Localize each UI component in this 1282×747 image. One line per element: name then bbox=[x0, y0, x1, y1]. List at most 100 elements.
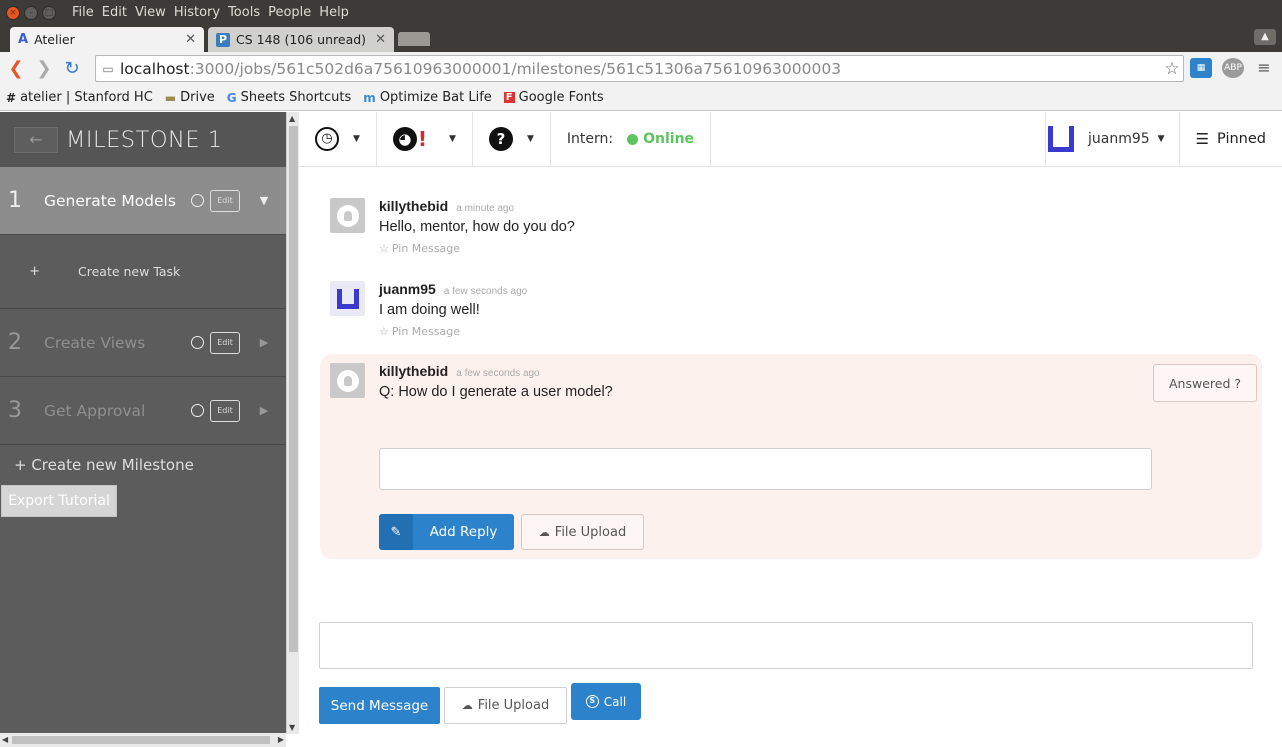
send-message-button[interactable]: Send Message bbox=[319, 687, 440, 724]
scroll-left-icon[interactable]: ◀ bbox=[2, 735, 8, 744]
message-time: a minute ago bbox=[456, 203, 515, 214]
sidebar-horizontal-scrollbar[interactable]: ◀ ▶ bbox=[0, 733, 286, 747]
back-icon[interactable]: ❮ bbox=[2, 58, 30, 79]
message-body: juanm95 a few seconds ago I am doing well… bbox=[379, 281, 527, 338]
bookmark-label: atelier | Stanford HC bbox=[20, 90, 153, 105]
edit-button[interactable]: Edit bbox=[210, 189, 240, 212]
caret-right-icon[interactable]: ▶ bbox=[254, 404, 274, 417]
bookmark-fonts[interactable]: F Google Fonts bbox=[503, 90, 604, 105]
call-label: Call bbox=[603, 694, 627, 709]
help-dropdown[interactable]: ? ▼ bbox=[473, 112, 551, 166]
menu-history[interactable]: History bbox=[170, 5, 224, 20]
call-button[interactable]: S Call bbox=[571, 683, 641, 720]
bookmark-star-icon[interactable]: ☆ bbox=[1161, 59, 1183, 79]
menu-view[interactable]: View bbox=[131, 5, 170, 20]
intern-label: Intern: bbox=[566, 131, 614, 147]
menu-help[interactable]: Help bbox=[315, 5, 353, 20]
sidebar-vertical-scrollbar[interactable]: ▲ ▼ bbox=[286, 112, 299, 734]
tab-atelier[interactable]: A Atelier ✕ bbox=[10, 27, 204, 52]
history-dropdown[interactable]: ◷ ▼ bbox=[299, 112, 377, 166]
bookmark-label: Google Fonts bbox=[518, 90, 604, 105]
create-task-row[interactable]: + Create new Task bbox=[0, 235, 286, 309]
message-text: I am doing well! bbox=[379, 302, 480, 318]
milestone-item-3[interactable]: 3 Get Approval Edit ▶ bbox=[0, 377, 286, 445]
piazza-favicon-icon: P bbox=[216, 32, 230, 47]
window-maximize-icon[interactable]: □ bbox=[42, 5, 56, 20]
address-bar[interactable]: ▭ localhost:3000/jobs/561c502d6a75610963… bbox=[95, 55, 1184, 82]
user-avatar-icon bbox=[336, 288, 359, 309]
menu-tools[interactable]: Tools bbox=[224, 5, 264, 20]
new-tab-button[interactable] bbox=[398, 32, 430, 46]
caret-down-icon[interactable]: ▼ bbox=[254, 194, 274, 207]
user-menu[interactable]: juanm95 ▼ bbox=[1044, 112, 1180, 166]
window-minimize-icon[interactable]: – bbox=[24, 5, 38, 20]
file-upload-button[interactable]: ☁ File Upload bbox=[444, 687, 567, 724]
cloud-upload-icon: ☁ bbox=[461, 699, 473, 712]
milestone-item-1[interactable]: 1 Generate Models Edit ▼ bbox=[0, 167, 286, 235]
edit-button[interactable]: Edit bbox=[210, 331, 240, 354]
scroll-right-icon[interactable]: ▶ bbox=[278, 735, 284, 744]
scrollbar-thumb[interactable] bbox=[289, 126, 298, 652]
add-reply-button[interactable]: ✎ Add Reply bbox=[379, 514, 514, 550]
milestone-item-2[interactable]: 2 Create Views Edit ▶ bbox=[0, 309, 286, 377]
reload-icon[interactable]: ↻ bbox=[58, 58, 86, 79]
adblock-icon[interactable]: ABP bbox=[1222, 58, 1244, 78]
edit-button[interactable]: Edit bbox=[210, 399, 240, 422]
file-upload-label: File Upload bbox=[554, 524, 627, 540]
pin-message-link[interactable]: ☆ Pin Message bbox=[379, 325, 527, 338]
tab-close-icon[interactable]: ✕ bbox=[375, 32, 386, 47]
message-body: killythebid a few seconds ago Q: How do I… bbox=[379, 363, 613, 400]
window-close-icon[interactable]: × bbox=[6, 5, 20, 20]
message-time: a few seconds ago bbox=[456, 368, 540, 379]
caret-down-icon: ▼ bbox=[449, 134, 456, 144]
extension-icon[interactable]: ▦ bbox=[1190, 58, 1212, 78]
menu-people[interactable]: People bbox=[264, 5, 315, 20]
message-author: killythebid bbox=[379, 198, 449, 214]
create-milestone-link[interactable]: + Create new Milestone bbox=[0, 445, 286, 485]
answered-button[interactable]: Answered ? bbox=[1153, 364, 1257, 402]
avatar bbox=[1047, 126, 1074, 152]
forward-icon[interactable]: ❯ bbox=[30, 58, 58, 79]
bookmark-drive[interactable]: ▬ Drive bbox=[165, 90, 215, 105]
completion-circle-icon[interactable] bbox=[191, 336, 204, 349]
avatar bbox=[330, 198, 365, 233]
avatar bbox=[330, 281, 365, 316]
pinned-button[interactable]: ☰ Pinned bbox=[1180, 112, 1282, 166]
pin-message-link[interactable]: ☆ Pin Message bbox=[379, 242, 575, 255]
completion-circle-icon[interactable] bbox=[191, 194, 204, 207]
tab-cs148[interactable]: P CS 148 (106 unread) ✕ bbox=[208, 27, 394, 52]
bookmark-sheets[interactable]: G Sheets Shortcuts bbox=[227, 90, 352, 105]
reply-input[interactable] bbox=[379, 448, 1152, 490]
message-input[interactable] bbox=[319, 622, 1253, 669]
github-avatar-icon bbox=[336, 204, 359, 227]
skype-icon: S bbox=[585, 695, 599, 708]
url-text[interactable]: localhost:3000/jobs/561c502d6a7561096300… bbox=[120, 60, 1161, 78]
bookmark-optimize[interactable]: m Optimize Bat Life bbox=[363, 90, 491, 105]
caret-down-icon: ▼ bbox=[526, 134, 534, 144]
menu-file[interactable]: File bbox=[68, 5, 98, 20]
scroll-up-icon[interactable]: ▲ bbox=[289, 114, 295, 123]
tab-close-icon[interactable]: ✕ bbox=[185, 32, 196, 47]
bookmark-atelier[interactable]: # atelier | Stanford HC bbox=[6, 90, 153, 105]
page-icon: ▭ bbox=[102, 61, 114, 76]
scrollbar-thumb[interactable] bbox=[12, 736, 270, 744]
url-host: localhost bbox=[120, 59, 190, 78]
message-text: Hello, mentor, how do you do? bbox=[379, 219, 575, 235]
hamburger-icon: ☰ bbox=[1195, 130, 1210, 148]
tab-strip: A Atelier ✕ P CS 148 (106 unread) ✕ ▲ bbox=[0, 25, 1282, 52]
browser-menu-icon[interactable]: ≡ bbox=[1253, 58, 1275, 78]
menu-edit[interactable]: Edit bbox=[98, 5, 131, 20]
completion-circle-icon[interactable] bbox=[191, 404, 204, 417]
milestone-name: Get Approval bbox=[44, 401, 146, 420]
window-controls: × – □ bbox=[6, 5, 68, 20]
avatar bbox=[330, 363, 365, 398]
back-button[interactable]: ← bbox=[14, 126, 58, 153]
github-dropdown[interactable]: ◕! ▼ bbox=[377, 112, 473, 166]
scroll-down-icon[interactable]: ▼ bbox=[289, 723, 295, 732]
caret-right-icon[interactable]: ▶ bbox=[254, 336, 274, 349]
export-tutorial-button[interactable]: Export Tutorial bbox=[1, 485, 117, 517]
reply-file-upload-button[interactable]: ☁ File Upload bbox=[521, 514, 644, 550]
star-icon: ☆ bbox=[379, 325, 389, 338]
profile-icon[interactable]: ▲ bbox=[1254, 29, 1276, 45]
message-author-line: killythebid a few seconds ago bbox=[379, 363, 613, 379]
